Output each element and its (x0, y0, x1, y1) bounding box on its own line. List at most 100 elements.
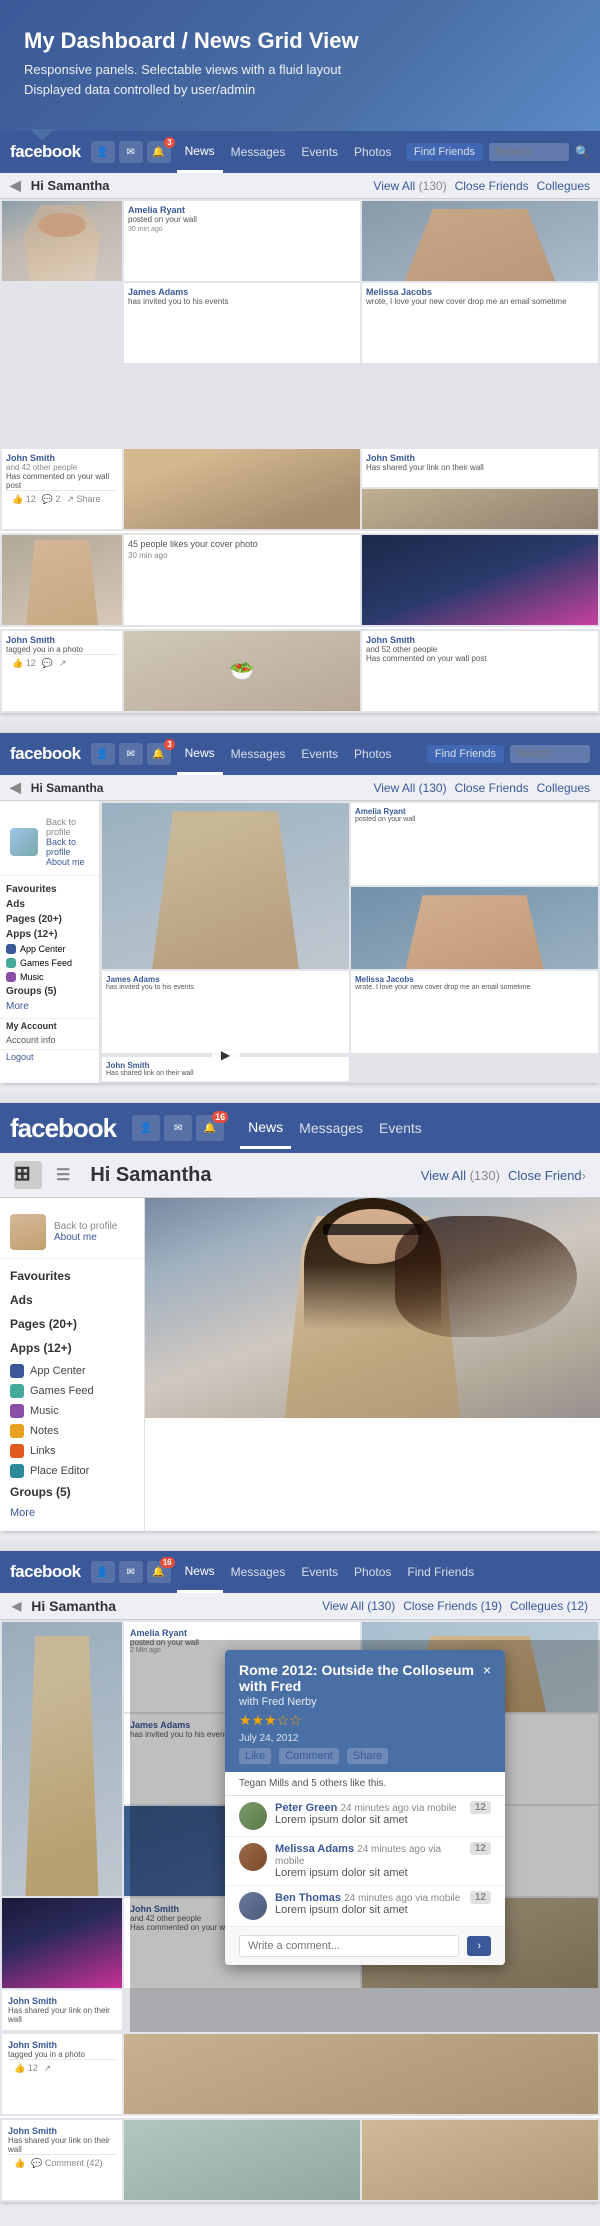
photo-nature-4[interactable] (124, 2120, 360, 2200)
more-link[interactable]: More (10, 1507, 134, 1519)
msg-icon-4[interactable]: ✉ (119, 1561, 143, 1583)
comment-count-1: 12 (470, 1802, 491, 1813)
avatar-3 (10, 1214, 46, 1250)
nav-photos-4[interactable]: Photos (346, 1551, 399, 1593)
view-all-4[interactable]: View All (130) (322, 1599, 395, 1613)
comment-input[interactable] (239, 1935, 459, 1957)
links-icon (10, 1444, 24, 1458)
view-all-3[interactable]: View All (130) (421, 1168, 500, 1183)
nav-right-2: Find Friends (427, 745, 590, 763)
photo-cell-2[interactable] (362, 201, 598, 281)
games-feed-icon (10, 1384, 24, 1398)
close-friends-btn-1[interactable]: Close Friends (455, 179, 529, 193)
nav-news-4[interactable]: News (177, 1551, 223, 1593)
share-btn[interactable]: Share (347, 1748, 388, 1764)
nav-msgs-2[interactable]: Messages (223, 733, 294, 775)
app-center-icon (10, 1364, 24, 1378)
music-icon (10, 1404, 24, 1418)
nav-news-2[interactable]: News (177, 733, 223, 775)
messages-icon[interactable]: ✉ (119, 141, 143, 163)
sidebar-music[interactable]: Music (0, 1401, 144, 1421)
sidebar-app-center[interactable]: App Center (0, 1361, 144, 1381)
like-btn[interactable]: Like (239, 1748, 271, 1764)
notifications-icon[interactable]: 🔔 3 (147, 141, 171, 163)
photo-grid-2: Amelia Ryant posted on your wall James A… (100, 801, 600, 1083)
photo-small-1[interactable] (362, 489, 598, 529)
collegues-2[interactable]: Collegues (537, 781, 590, 795)
fb-logo-2: facebook (10, 744, 81, 764)
friend-icon-2[interactable]: 👤 (91, 743, 115, 765)
nav-events-1[interactable]: Events (293, 131, 346, 173)
close-friends-2[interactable]: Close Friends (455, 781, 529, 795)
play-icon-2[interactable]: ▶ (212, 1041, 240, 1069)
fb-instance-4: facebook 👤 ✉ 🔔 16 News Messages Events P… (0, 1551, 600, 2202)
photo-mosaic-1: Amelia Ryant posted on your wall 30 min … (0, 199, 600, 447)
photo-woman-4[interactable] (2, 1622, 122, 1896)
photo-couple-1[interactable] (124, 449, 360, 529)
sidebar-pages: Pages (20+) (0, 1313, 144, 1337)
notif-icon-4[interactable]: 🔔 16 (147, 1561, 171, 1583)
search-icon-1[interactable]: 🔍 (575, 145, 590, 159)
nav-events-3[interactable]: Events (371, 1107, 430, 1149)
modal-likes-text: Tegan Mills and 5 others like this. (225, 1772, 505, 1796)
friend-icon-4[interactable]: 👤 (91, 1561, 115, 1583)
fb-nav-2: facebook 👤 ✉ 🔔 3 News Messages Events Ph… (0, 733, 600, 775)
nav-messages-1[interactable]: Messages (223, 131, 294, 173)
find-friends-2[interactable]: Find Friends (427, 745, 504, 763)
photo-girl-2[interactable] (351, 887, 598, 969)
photo-couple-bottom-4[interactable] (124, 2034, 598, 2114)
photo-cocktail-4[interactable] (2, 1898, 122, 1988)
bottom-posts-1: John Smith and 42 other people Has comme… (0, 447, 600, 531)
hi-bar-2: ◀ Hi Samantha View All (130) Close Frien… (0, 775, 600, 801)
view-all-btn-1[interactable]: View All (130) (373, 179, 446, 193)
nav-msgs-3[interactable]: Messages (291, 1107, 371, 1149)
photo-big-woman-2[interactable] (102, 803, 349, 969)
nav-news-1[interactable]: News (177, 131, 223, 173)
app-dot-2 (6, 958, 16, 968)
nav-photos-1[interactable]: Photos (346, 131, 399, 173)
list-view-icon[interactable]: ☰ (56, 1165, 70, 1185)
collegues-btn-1[interactable]: Collegues (537, 179, 590, 193)
nav-find-4[interactable]: Find Friends (399, 1551, 482, 1593)
nav-events-2[interactable]: Events (293, 733, 346, 775)
photo-cocktail-1[interactable] (362, 535, 598, 625)
photo-person-4[interactable] (362, 2120, 598, 2200)
msg-icon-3[interactable]: ✉ (164, 1115, 192, 1141)
app-dot-1 (6, 944, 16, 954)
friend-icon-3[interactable]: 👤 (132, 1115, 160, 1141)
notif-icon-2[interactable]: 🔔 3 (147, 743, 171, 765)
msg-icon-2[interactable]: ✉ (119, 743, 143, 765)
photo-salad-1[interactable]: 🥗 (124, 631, 360, 711)
nav-msgs-4[interactable]: Messages (223, 1551, 294, 1593)
nav-news-3[interactable]: News (240, 1107, 291, 1149)
fb-instance-1: facebook 👤 ✉ 🔔 3 News Messages Events Ph… (0, 131, 600, 713)
photo-woman-large-1[interactable] (2, 535, 122, 625)
nav-events-4[interactable]: Events (293, 1551, 346, 1593)
sidebar-games-feed[interactable]: Games Feed (0, 1381, 144, 1401)
search-2[interactable] (510, 745, 590, 763)
main-photo-3 (145, 1198, 600, 1531)
nav-icons-1: 👤 ✉ 🔔 3 (91, 141, 171, 163)
notif-icon-3[interactable]: 🔔 16 (196, 1115, 224, 1141)
comment-send-btn[interactable]: › (467, 1936, 491, 1956)
modal-close-btn[interactable]: × (483, 1662, 491, 1678)
nav-photos-2[interactable]: Photos (346, 733, 399, 775)
sidebar-2: Back to profile Back to profile About me… (0, 801, 100, 1083)
logout-2[interactable]: Logout (0, 1049, 99, 1064)
photo-cell-woman-sunglasses-1[interactable] (2, 201, 122, 281)
friend-requests-icon[interactable]: 👤 (91, 141, 115, 163)
modal-with: with Fred Nerby (239, 1696, 491, 1708)
close-friends-3[interactable]: Close Friend› (508, 1168, 586, 1183)
sidebar-links[interactable]: Links (0, 1441, 144, 1461)
view-all-2[interactable]: View All (130) (373, 781, 446, 795)
sidebar-place-editor[interactable]: Place Editor (0, 1461, 144, 1481)
close-friends-4[interactable]: Close Friends (19) (403, 1599, 502, 1613)
search-input-1[interactable] (489, 143, 569, 161)
grid-view-icon[interactable]: ⊞ (14, 1161, 42, 1189)
collegues-4[interactable]: Collegues (12) (510, 1599, 588, 1613)
fb-logo-4: facebook (10, 1562, 81, 1582)
sidebar-notes[interactable]: Notes (0, 1421, 144, 1441)
comment-btn[interactable]: Comment (279, 1748, 339, 1764)
post-amelia-1: Amelia Ryant posted on your wall 30 min … (124, 201, 360, 281)
find-friends-btn-1[interactable]: Find Friends (406, 143, 483, 161)
